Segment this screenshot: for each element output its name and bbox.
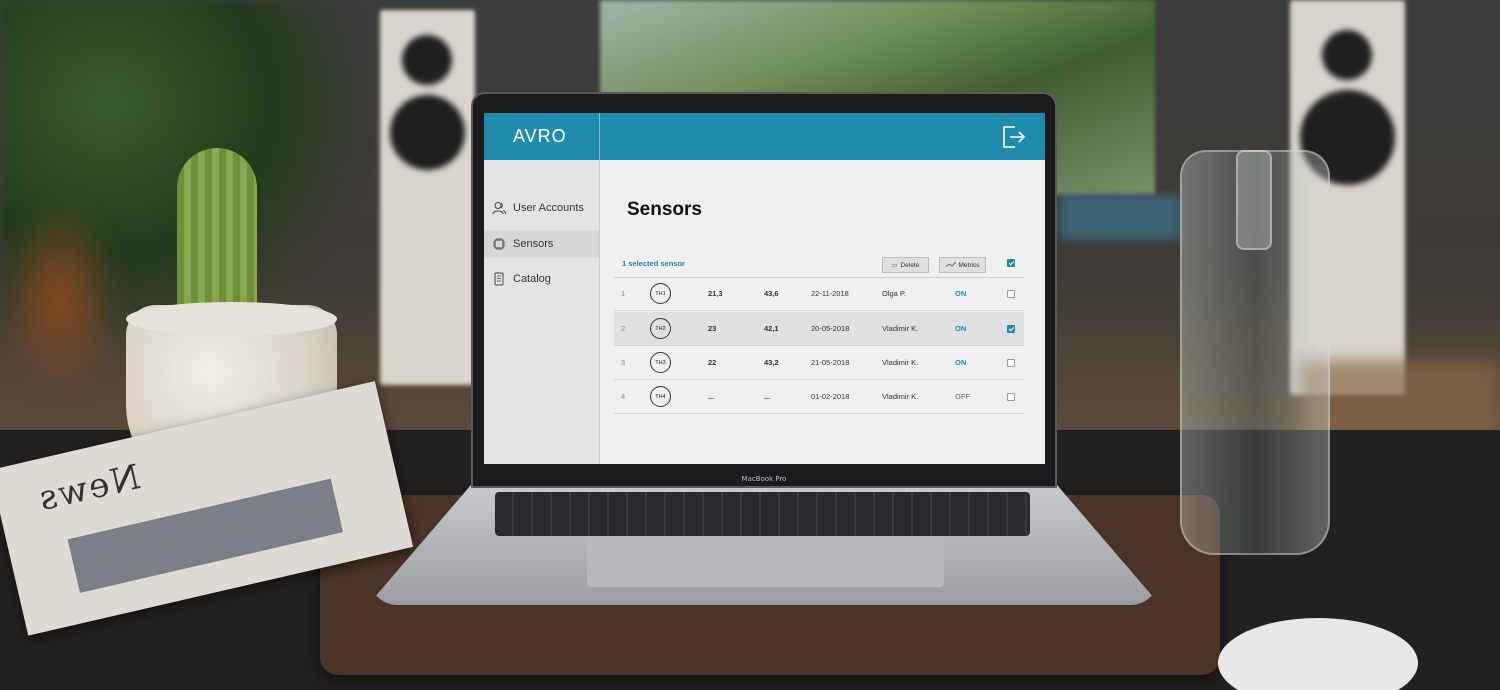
newspaper-title: News <box>33 456 145 520</box>
trash-icon: ▭ <box>891 262 898 269</box>
row-index: 3 <box>621 358 626 367</box>
delete-button[interactable]: ▭ Delete <box>882 257 929 273</box>
app-logo[interactable]: AVRO <box>513 126 567 147</box>
row-status: ON <box>955 358 967 367</box>
row-status: ON <box>955 324 967 333</box>
selection-info: 1 selected sensor <box>622 259 685 268</box>
table-row[interactable]: 3 TH3 22 43,2 21-05-2018 Vladimir K. ON <box>614 346 1024 380</box>
background-speaker-left <box>380 10 475 385</box>
row-value-1: 21,3 <box>708 289 723 298</box>
sensor-id-badge: TH3 <box>650 352 671 373</box>
sidebar-item-sensors[interactable]: Sensors <box>484 230 599 258</box>
row-date: 20-05-2018 <box>811 324 850 333</box>
metrics-chart-icon <box>945 262 956 268</box>
cactus-pot-rim <box>126 302 337 336</box>
row-value-2: 42,1 <box>764 324 779 333</box>
row-checkbox[interactable] <box>1007 325 1015 333</box>
laptop-trackpad <box>587 537 944 587</box>
app-screen: AVRO User Accounts Sensors Catalog Senso… <box>484 113 1045 464</box>
row-index: 4 <box>621 392 626 401</box>
row-date: 21-05-2018 <box>811 358 850 367</box>
row-user: Vladimir K. <box>882 392 919 401</box>
row-checkbox[interactable] <box>1007 359 1015 367</box>
row-value-2: ... <box>764 392 771 401</box>
metrics-button-label: Metrics <box>958 261 980 269</box>
delete-button-label: Delete <box>900 261 920 269</box>
row-index: 2 <box>621 324 626 333</box>
users-icon <box>492 202 506 215</box>
background-tv-stand <box>1060 195 1180 240</box>
logout-icon[interactable] <box>1000 124 1026 150</box>
row-user: Vladimir K. <box>882 358 919 367</box>
row-date: 01-02-2018 <box>811 392 850 401</box>
catalog-icon <box>494 272 504 286</box>
row-user: Olga P. <box>882 289 907 298</box>
table-row[interactable]: 1 TH1 21,3 43,6 22-11-2018 Olga P. ON <box>614 277 1024 311</box>
row-value-2: 43,2 <box>764 358 779 367</box>
sidebar-item-catalog[interactable]: Catalog <box>484 265 599 293</box>
glass-bottle-neck <box>1236 150 1272 250</box>
row-date: 22-11-2018 <box>811 289 849 298</box>
row-value-1: ... <box>708 392 715 401</box>
sensor-id-badge: TH1 <box>650 283 671 304</box>
page-title: Sensors <box>627 199 702 220</box>
background-lamp-glow <box>0 200 120 400</box>
row-checkbox[interactable] <box>1007 290 1015 298</box>
table-row[interactable]: 4 TH4 ... ... 01-02-2018 Vladimir K. OFF <box>614 380 1024 414</box>
row-value-1: 22 <box>708 358 717 367</box>
sidebar-item-label: Catalog <box>513 273 551 285</box>
laptop-keyboard <box>495 492 1030 536</box>
main-panel: Sensors 1 selected sensor ▭ Delete Metri… <box>600 160 1045 464</box>
sidebar-item-user-accounts[interactable]: User Accounts <box>484 194 599 222</box>
sidebar-item-label: Sensors <box>513 238 554 250</box>
row-status: OFF <box>955 392 970 401</box>
app-header: AVRO <box>484 113 1045 160</box>
sidebar-item-label: User Accounts <box>513 202 584 214</box>
metrics-button[interactable]: Metrics <box>939 257 986 273</box>
laptop-model-label: MacBook Pro <box>741 475 787 483</box>
row-index: 1 <box>621 289 626 298</box>
table-row[interactable]: 2 TH2 23 42,1 20-05-2018 Vladimir K. ON <box>614 312 1024 346</box>
sensor-id-badge: TH2 <box>650 318 671 339</box>
sensor-id-badge: TH4 <box>650 386 671 407</box>
row-checkbox[interactable] <box>1007 393 1015 401</box>
chip-icon <box>493 238 505 250</box>
row-status: ON <box>955 289 967 298</box>
select-all-checkbox[interactable] <box>1007 259 1015 267</box>
sidebar: User Accounts Sensors Catalog <box>484 160 600 464</box>
header-divider <box>599 113 600 160</box>
row-value-1: 23 <box>708 324 717 333</box>
row-value-2: 43,6 <box>764 289 779 298</box>
row-user: Vladimir K. <box>882 324 919 333</box>
